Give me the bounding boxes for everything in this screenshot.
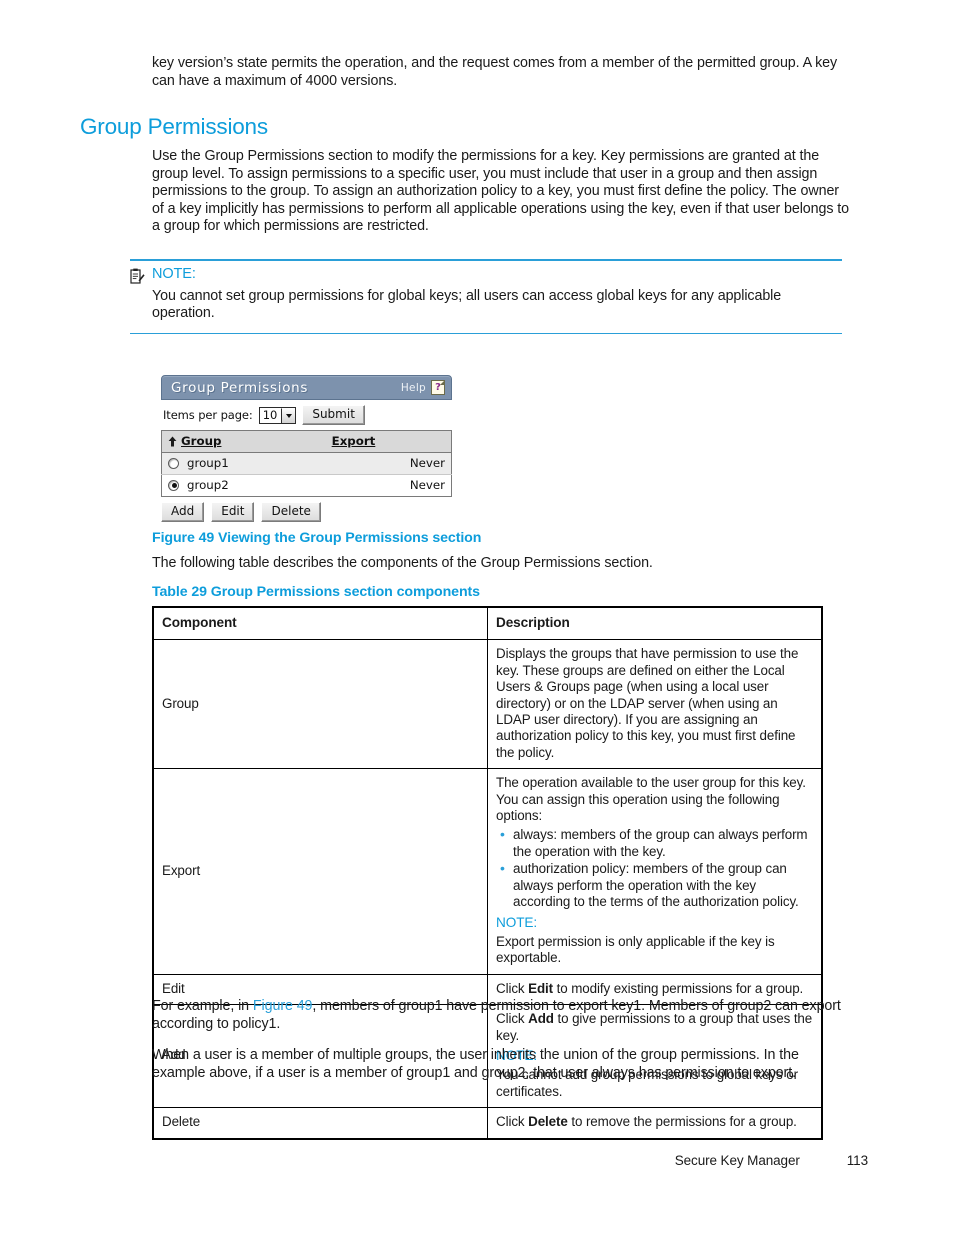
items-per-page-value: 10 bbox=[262, 408, 278, 422]
delete-prefix: Click bbox=[496, 1114, 529, 1130]
group-name: group1 bbox=[187, 456, 229, 470]
edit-bold: Edit bbox=[528, 980, 554, 996]
items-per-page-label: Items per page: bbox=[163, 408, 253, 422]
list-item: authorization policy: members of the gro… bbox=[496, 860, 813, 910]
items-per-page-select[interactable]: 10 bbox=[258, 406, 297, 424]
export-note-label: NOTE: bbox=[496, 914, 538, 930]
export-lead: The operation available to the user grou… bbox=[496, 775, 806, 824]
note-body: You cannot set group permissions for glo… bbox=[152, 287, 782, 322]
help-button[interactable]: Help ? bbox=[401, 380, 445, 395]
note-header: NOTE: bbox=[130, 261, 842, 285]
table-caption: Table 29 Group Permissions section compo… bbox=[152, 583, 480, 600]
cell-group: group2 bbox=[162, 475, 326, 497]
items-per-page-controls: Items per page: 10 Submit bbox=[161, 400, 452, 430]
panel-action-buttons: Add Edit Delete bbox=[161, 497, 452, 522]
table-header-row: Group Export bbox=[161, 430, 452, 453]
add-button[interactable]: Add bbox=[161, 502, 205, 522]
edit-suffix: to modify existing permissions for a gro… bbox=[553, 980, 804, 996]
note-block: NOTE: You cannot set group permissions f… bbox=[130, 259, 842, 335]
closing-block: For example, in Figure 49, members of gr… bbox=[152, 998, 852, 1082]
section-body: Use the Group Permissions section to mod… bbox=[152, 148, 852, 236]
chevron-down-icon[interactable] bbox=[281, 407, 296, 423]
description-export: The operation available to the user grou… bbox=[487, 768, 823, 975]
note-bottom-rule bbox=[130, 332, 842, 335]
figure-caption: Figure 49 Viewing the Group Permissions … bbox=[152, 530, 482, 546]
closing-p1-before: For example, in bbox=[152, 998, 253, 1014]
page-title: Group Permissions bbox=[80, 114, 268, 139]
cell-export: Never bbox=[409, 478, 445, 492]
header-component: Component bbox=[152, 606, 488, 641]
closing-paragraph-1: For example, in Figure 49, members of gr… bbox=[152, 998, 852, 1033]
column-header-export-label: Export bbox=[331, 434, 376, 448]
delete-suffix: to remove the permissions for a group. bbox=[567, 1114, 797, 1130]
group-permissions-panel: Group Permissions Help ? Items per page:… bbox=[161, 375, 452, 522]
group-permissions-table: Group Export group1 Never group2 Never bbox=[161, 430, 452, 497]
page-footer: Secure Key Manager 113 bbox=[0, 1150, 954, 1170]
figure-49-link[interactable]: Figure 49 bbox=[253, 998, 313, 1014]
component-export: Export bbox=[152, 768, 488, 975]
component-group: Group bbox=[152, 639, 488, 770]
group-name: group2 bbox=[187, 478, 229, 492]
export-note-body: Export permission is only applicable if … bbox=[496, 933, 775, 966]
delete-bold: Delete bbox=[528, 1114, 568, 1130]
description-group: Displays the groups that have permission… bbox=[487, 639, 823, 770]
cell-group: group1 bbox=[161, 452, 326, 475]
cell-export: Never bbox=[325, 452, 452, 475]
delete-button[interactable]: Delete bbox=[261, 502, 321, 522]
table-row: Delete Click Delete to remove the permis… bbox=[152, 1107, 823, 1140]
page: key version’s state permits the operatio… bbox=[0, 0, 954, 1235]
table-lead-in: The following table describes the compon… bbox=[152, 555, 653, 571]
section-paragraph: Use the Group Permissions section to mod… bbox=[152, 148, 849, 235]
component-delete: Delete bbox=[152, 1107, 488, 1140]
table-row[interactable]: group1 Never bbox=[161, 452, 452, 475]
table-row: Export The operation available to the us… bbox=[152, 768, 823, 975]
intro-paragraph: key version’s state permits the operatio… bbox=[152, 55, 838, 89]
note-clipboard-icon bbox=[130, 268, 145, 284]
header-description: Description bbox=[487, 606, 823, 641]
intro-block: key version’s state permits the operatio… bbox=[152, 55, 852, 90]
figure-caption-block: Figure 49 Viewing the Group Permissions … bbox=[152, 530, 852, 600]
table-row[interactable]: group2 Never bbox=[162, 475, 452, 497]
table-row: Group Displays the groups that have perm… bbox=[152, 639, 823, 770]
page-number: 113 bbox=[846, 1152, 868, 1168]
list-item: always: members of the group can always … bbox=[496, 826, 813, 860]
panel-title: Group Permissions bbox=[171, 379, 309, 396]
row-radio-group2[interactable] bbox=[168, 479, 179, 491]
help-question-icon[interactable]: ? bbox=[431, 380, 445, 395]
sort-ascending-arrow-icon[interactable] bbox=[168, 436, 177, 447]
panel-titlebar: Group Permissions Help ? bbox=[161, 375, 452, 400]
footer-title: Secure Key Manager bbox=[674, 1152, 800, 1168]
export-options-list: always: members of the group can always … bbox=[496, 826, 813, 910]
description-delete: Click Delete to remove the permissions f… bbox=[487, 1107, 823, 1140]
closing-paragraph-2: When a user is a member of multiple grou… bbox=[152, 1047, 799, 1081]
submit-button[interactable]: Submit bbox=[302, 405, 365, 425]
column-header-export[interactable]: Export bbox=[325, 430, 452, 453]
help-label: Help bbox=[400, 381, 426, 394]
column-header-group[interactable]: Group bbox=[161, 430, 326, 453]
doc-table-header-row: Component Description bbox=[152, 606, 823, 641]
column-header-group-label: Group bbox=[181, 434, 222, 448]
edit-button[interactable]: Edit bbox=[211, 502, 255, 522]
note-label: NOTE: bbox=[152, 265, 196, 282]
row-radio-group1[interactable] bbox=[168, 457, 179, 469]
edit-prefix: Click bbox=[496, 980, 529, 996]
